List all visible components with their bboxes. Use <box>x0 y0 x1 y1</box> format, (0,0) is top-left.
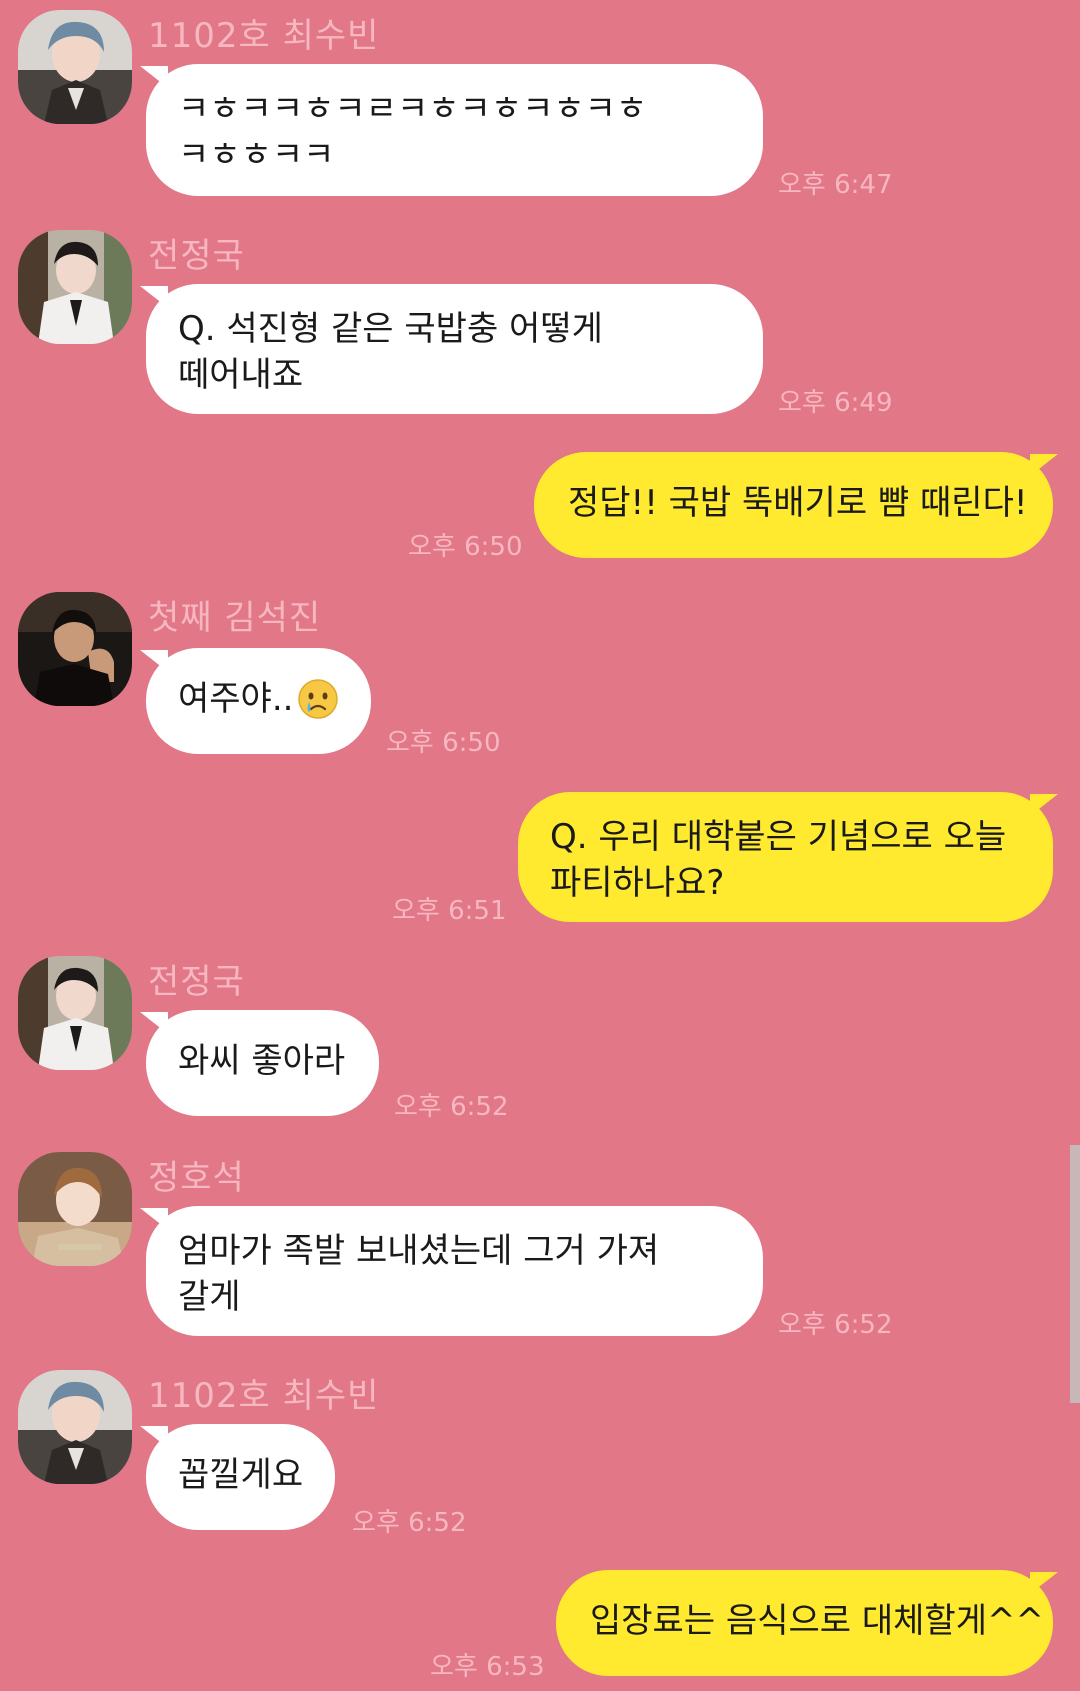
message-text: 떼어내죠 <box>178 355 304 395</box>
sender-avatar[interactable] <box>18 592 132 706</box>
message-text: 입장료는 음식으로 대체할게^^ <box>590 1601 1044 1641</box>
message-time: 오후 6:50 <box>408 532 523 562</box>
avatar-soobin-image <box>18 1370 132 1484</box>
message-text: 파티하나요? <box>550 863 725 903</box>
message-bubble[interactable]: 입장료는 음식으로 대체할게^^ <box>556 1570 1053 1676</box>
message-time: 오후 6:53 <box>430 1652 545 1682</box>
sender-name: 첫째 김석진 <box>148 598 322 638</box>
sender-avatar[interactable] <box>18 1152 132 1266</box>
sender-name: 전정국 <box>148 962 245 1002</box>
message-time: 오후 6:51 <box>392 896 507 926</box>
avatar-soobin-image <box>18 10 132 124</box>
message-text: 여주야.. <box>178 679 294 719</box>
message-bubble[interactable]: 여주야.. <box>146 648 371 754</box>
message-bubble[interactable]: Q. 우리 대학붙은 기념으로 오늘 파티하나요? <box>518 792 1053 922</box>
message-text: Q. 우리 대학붙은 기념으로 오늘 <box>550 817 1007 857</box>
chat-room[interactable]: 1102호 최수빈 ㅋㅎㅋㅋㅎㅋㄹㅋㅎㅋㅎㅋㅎㅋㅎ ㅋㅎㅎㅋㅋ 오후 6:47 … <box>0 0 1080 1691</box>
message-text: 엄마가 족발 보내셨는데 그거 가져 <box>178 1231 660 1271</box>
message-text: 와씨 좋아라 <box>178 1041 346 1081</box>
message-text: ㅋㅎㅎㅋㅋ <box>178 135 335 175</box>
message-bubble[interactable]: 정답!! 국밥 뚝배기로 뺨 때린다! <box>534 452 1053 558</box>
bubble-tail <box>1030 454 1058 476</box>
message-bubble[interactable]: ㅋㅎㅋㅋㅎㅋㄹㅋㅎㅋㅎㅋㅎㅋㅎ ㅋㅎㅎㅋㅋ <box>146 64 763 196</box>
message-bubble[interactable]: 엄마가 족발 보내셨는데 그거 가져 갈게 <box>146 1206 763 1336</box>
message-time: 오후 6:50 <box>386 728 501 758</box>
message-time: 오후 6:52 <box>394 1092 509 1122</box>
message-bubble[interactable]: Q. 석진형 같은 국밥충 어떻게 떼어내죠 <box>146 284 763 414</box>
scrollbar-thumb[interactable] <box>1070 1145 1080 1403</box>
message-text: ㅋㅎㅋㅋㅎㅋㄹㅋㅎㅋㅎㅋㅎㅋㅎ <box>178 89 648 129</box>
sender-avatar[interactable] <box>18 10 132 124</box>
sender-avatar[interactable] <box>18 230 132 344</box>
message-text: 갈게 <box>178 1277 241 1317</box>
message-time: 오후 6:52 <box>352 1508 467 1538</box>
message-text: 꼽낄게요 <box>178 1455 304 1495</box>
sender-name: 1102호 최수빈 <box>148 1376 380 1416</box>
sender-name: 정호석 <box>148 1158 245 1198</box>
message-time: 오후 6:47 <box>778 170 893 200</box>
bubble-tail <box>1030 794 1058 816</box>
message-text: 정답!! 국밥 뚝배기로 뺨 때린다! <box>568 483 1028 523</box>
message-bubble[interactable]: 꼽낄게요 <box>146 1424 335 1530</box>
sender-name: 1102호 최수빈 <box>148 16 380 56</box>
sender-avatar[interactable] <box>18 1370 132 1484</box>
avatar-seokjin-image <box>18 592 132 706</box>
avatar-jungkook-image <box>18 956 132 1070</box>
avatar-jungkook-image <box>18 230 132 344</box>
message-text: Q. 석진형 같은 국밥충 어떻게 <box>178 309 603 349</box>
message-time: 오후 6:52 <box>778 1310 893 1340</box>
sender-avatar[interactable] <box>18 956 132 1070</box>
message-bubble[interactable]: 와씨 좋아라 <box>146 1010 379 1116</box>
avatar-hoseok-image <box>18 1152 132 1266</box>
message-time: 오후 6:49 <box>778 388 893 418</box>
bubble-tail <box>1030 1572 1058 1594</box>
crying-face-emoji <box>298 679 339 719</box>
sender-name: 전정국 <box>148 236 245 276</box>
